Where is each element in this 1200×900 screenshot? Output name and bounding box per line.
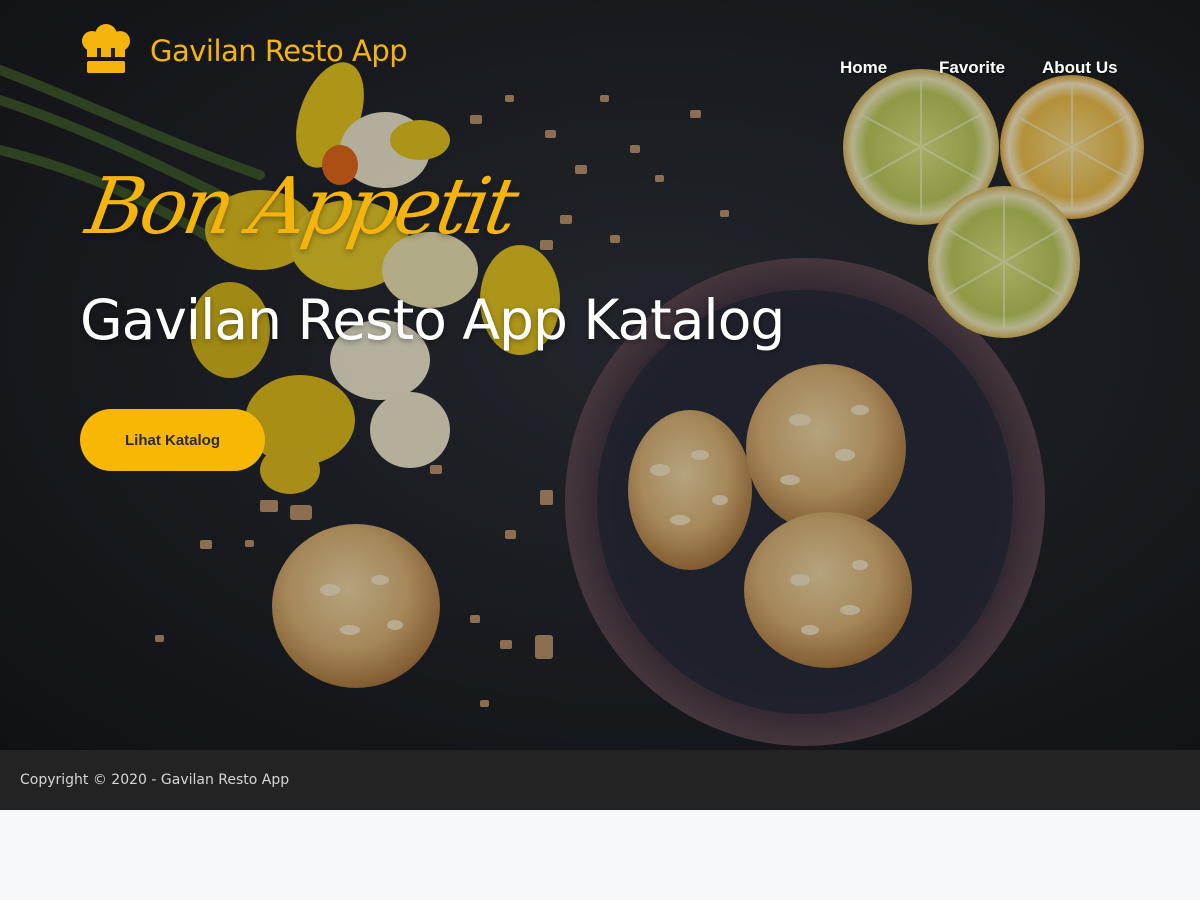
hero-section: Gavilan Resto App Home Favorite About Us… [0, 0, 1200, 750]
view-catalog-button[interactable]: Lihat Katalog [80, 409, 265, 471]
nav-link-favorite[interactable]: Favorite [939, 58, 1005, 78]
footer: Copyright © 2020 - Gavilan Resto App [0, 750, 1200, 810]
nav-link-home[interactable]: Home [840, 58, 887, 78]
main-nav: Home Favorite About Us [0, 58, 1200, 82]
hero-tagline: Bon Appetit [80, 162, 522, 252]
top-navbar: Gavilan Resto App Home Favorite About Us [0, 0, 1200, 130]
hero-title: Gavilan Resto App Katalog [80, 288, 785, 352]
footer-copyright: Copyright © 2020 - Gavilan Resto App [20, 772, 290, 788]
nav-link-about-us[interactable]: About Us [1042, 58, 1118, 78]
